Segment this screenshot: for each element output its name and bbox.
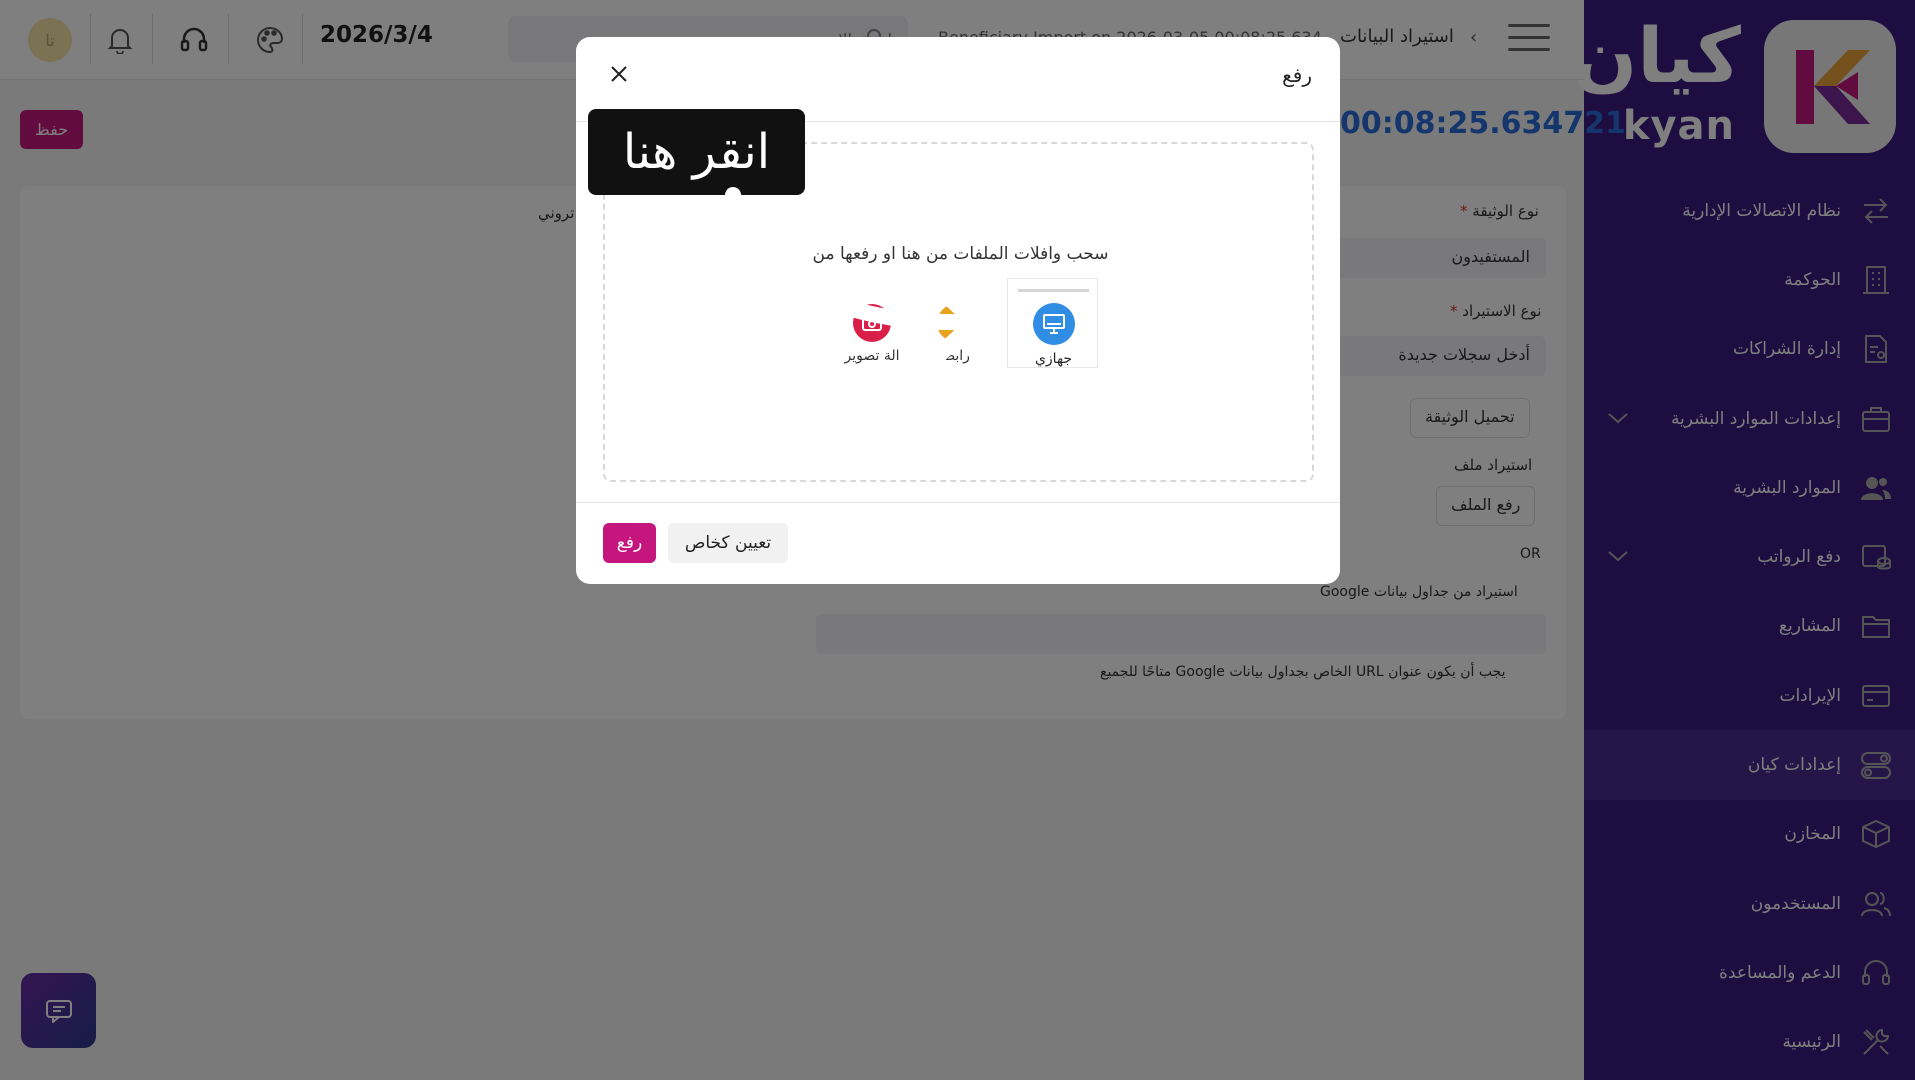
link-icon [937, 304, 975, 342]
device-source-label: جهازي [1034, 351, 1073, 367]
upload-button[interactable]: رفع [603, 523, 656, 563]
divider [576, 502, 1340, 503]
camera-source-label: الة تصوير [844, 348, 900, 364]
link-source-button[interactable]: رابط [931, 304, 981, 364]
click-here-tooltip: انقر هنا [588, 109, 805, 195]
link-source-label: رابط [942, 348, 970, 364]
monitor-icon [1033, 303, 1075, 345]
highlight-frame-line [1018, 289, 1089, 292]
modal-title: رفع [1282, 63, 1312, 87]
dropzone-instructions: سحب وافلات الملفات من هنا او رفعها من [812, 244, 1109, 264]
camera-icon [853, 304, 891, 342]
camera-source-button[interactable]: الة تصوير [837, 304, 907, 364]
device-source-button[interactable]: جهازي [1007, 278, 1098, 368]
set-private-button[interactable]: تعيين كخاص [668, 523, 788, 563]
close-icon[interactable] [604, 59, 634, 89]
